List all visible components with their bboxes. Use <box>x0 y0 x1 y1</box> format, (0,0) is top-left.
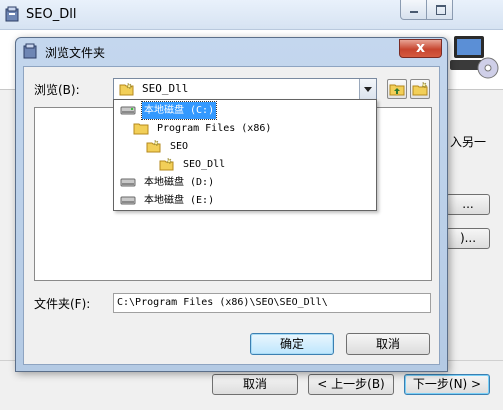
wizard-titlebar: SEO_Dll <box>0 0 503 30</box>
folder-open-icon <box>159 158 174 171</box>
dropdown-item-label: Program Files (x86) <box>157 123 272 134</box>
computer-disc-logo-icon <box>450 36 499 79</box>
up-one-level-button[interactable] <box>387 79 407 99</box>
folder-up-icon <box>389 84 405 96</box>
chevron-down-icon[interactable] <box>359 79 376 99</box>
browse-location-combo[interactable]: SEO_Dll <box>113 78 377 100</box>
wizard-next-button[interactable]: 下一步(N) > <box>404 374 490 395</box>
dialog-titlebar: 浏览文件夹 x <box>16 38 447 64</box>
new-folder-icon <box>412 82 428 96</box>
wizard-side-text: 入另一 <box>450 135 487 149</box>
dropdown-item-program-files[interactable]: Program Files (x86) <box>133 120 333 137</box>
folder-label: 文件夹(F): <box>34 297 91 311</box>
folder-open-icon <box>146 140 161 153</box>
installer-app-icon <box>5 6 19 22</box>
dropdown-item-drive-c[interactable]: 本地磁盘 (C:) <box>120 101 370 120</box>
drive-icon <box>120 106 136 115</box>
dropdown-item-label: 本地磁盘 (C:) <box>140 101 218 120</box>
browse-label: 浏览(B): <box>34 83 80 97</box>
folder-path-input[interactable]: C:\Program Files (x86)\SEO\SEO_Dll\ <box>113 293 431 313</box>
location-dropdown-list: 本地磁盘 (C:) Program Files (x86) SEO SEO_Dl… <box>113 99 377 211</box>
dropdown-item-label: 本地磁盘 (D:) <box>144 177 215 188</box>
wizard-browse-button[interactable]: ... <box>446 194 490 215</box>
wizard-title: SEO_Dll <box>26 7 77 22</box>
dialog-title: 浏览文件夹 <box>45 46 106 60</box>
dialog-close-button[interactable]: x <box>399 39 442 58</box>
drive-icon <box>120 178 136 187</box>
folder-icon <box>133 123 149 135</box>
minimize-button[interactable] <box>400 0 427 20</box>
close-icon: x <box>415 40 426 56</box>
wizard-secondary-button[interactable]: )... <box>446 228 490 249</box>
wizard-back-button[interactable]: < 上一步(B) <box>308 374 394 395</box>
dropdown-item-label: SEO <box>170 141 189 152</box>
dropdown-item-drive-e[interactable]: 本地磁盘 (E:) <box>120 192 320 209</box>
dialog-cancel-button[interactable]: 取消 <box>346 333 430 355</box>
new-folder-button[interactable] <box>410 79 430 99</box>
dropdown-item-drive-d[interactable]: 本地磁盘 (D:) <box>120 174 320 191</box>
dialog-app-icon <box>23 43 37 59</box>
ok-button[interactable]: 确定 <box>250 333 334 355</box>
wizard-cancel-button[interactable]: 取消 <box>212 374 298 395</box>
drive-icon <box>120 196 136 205</box>
folder-open-icon <box>119 82 134 96</box>
combo-value: SEO_Dll <box>142 82 189 95</box>
dropdown-item-label: SEO_Dll <box>183 159 226 170</box>
dropdown-item-seo-dll[interactable]: SEO_Dll <box>159 156 319 173</box>
dropdown-item-seo[interactable]: SEO <box>146 138 306 155</box>
maximize-button[interactable] <box>426 0 453 20</box>
dropdown-item-label: 本地磁盘 (E:) <box>144 195 215 206</box>
